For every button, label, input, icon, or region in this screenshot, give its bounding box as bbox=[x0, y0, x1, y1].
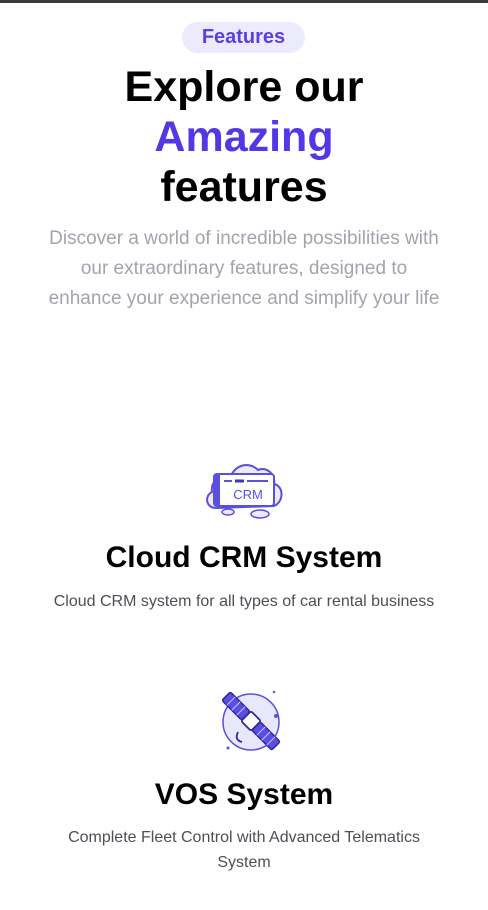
crm-icon-label: CRM bbox=[233, 487, 263, 502]
heading-line-1: Explore our bbox=[124, 63, 364, 111]
feature-desc-cloud-crm: Cloud CRM system for all types of car re… bbox=[53, 593, 435, 610]
heading-line-3: features bbox=[160, 163, 328, 211]
top-border bbox=[0, 0, 488, 3]
satellite-icon bbox=[216, 686, 286, 756]
section-intro: Discover a world of incredible possibili… bbox=[48, 228, 440, 309]
feature-desc-vos: Complete Fleet Control with Advanced Tel… bbox=[68, 829, 420, 871]
features-badge: Features bbox=[182, 22, 305, 53]
section-heading: Explore our Amazing features bbox=[0, 62, 488, 212]
heading-accent: Amazing bbox=[154, 113, 334, 161]
feature-title-vos: VOS System bbox=[154, 778, 334, 811]
cloud-crm-icon: CRM bbox=[202, 452, 286, 522]
feature-title-cloud-crm: Cloud CRM System bbox=[105, 541, 383, 574]
